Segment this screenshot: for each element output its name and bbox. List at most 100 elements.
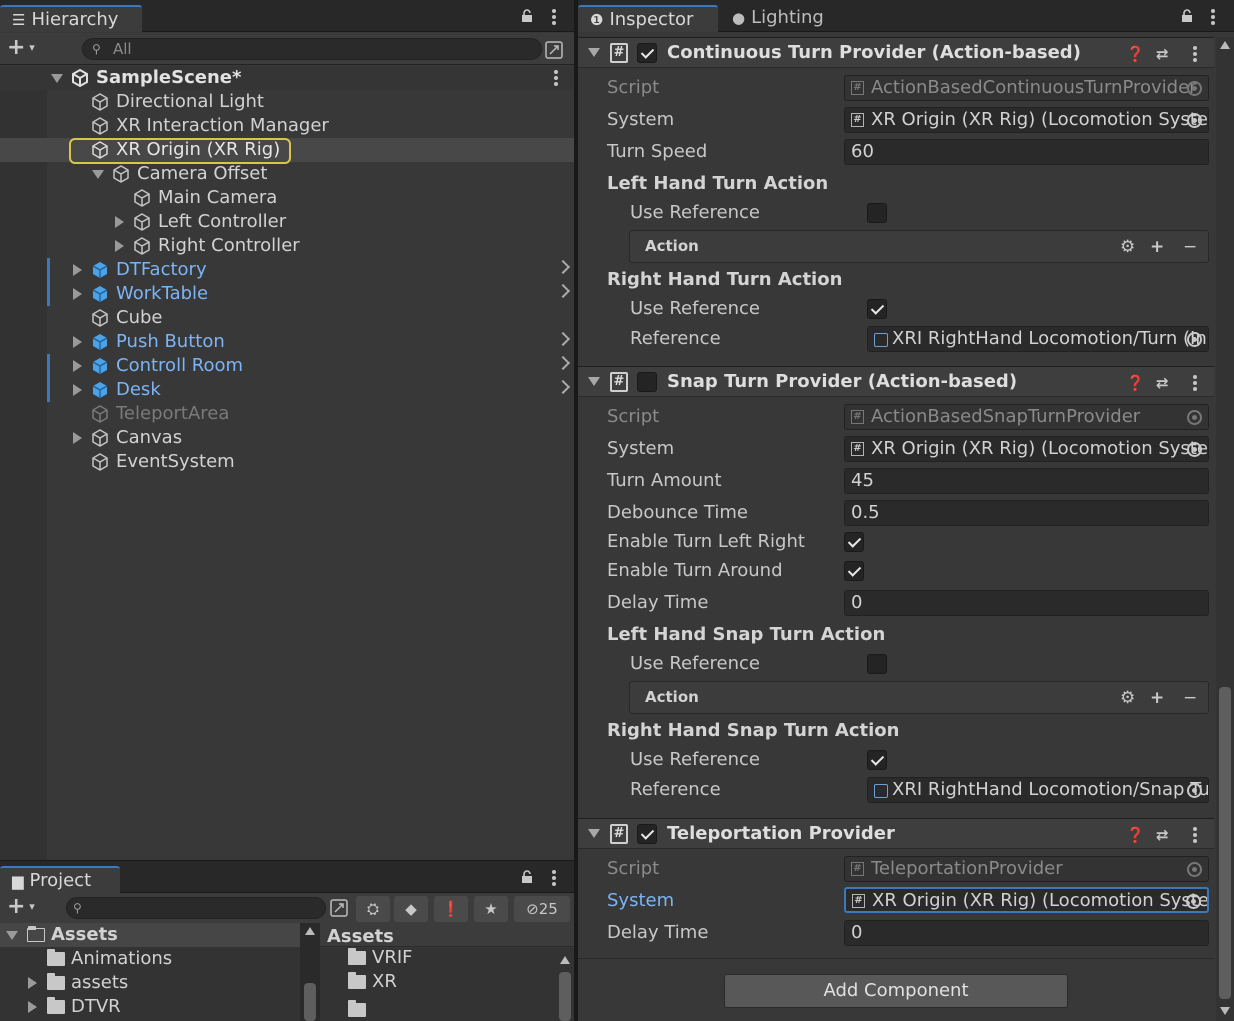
scroll-thumb[interactable] [1219,687,1231,999]
add-component-button[interactable]: Add Component [724,974,1068,1008]
expand-arrow-icon[interactable] [73,360,82,372]
filter-label-button[interactable]: ◆ [394,896,428,922]
enable-turn-around-checkbox[interactable] [844,561,864,581]
expand-arrow-icon[interactable] [115,240,124,252]
component-menu-icon[interactable] [1192,826,1198,844]
collapse-arrow-icon[interactable] [92,170,104,179]
presets-icon[interactable]: ⇄ [1156,374,1169,392]
component-header-continuous-turn[interactable]: # Continuous Turn Provider (Action-based… [578,37,1214,68]
delay-time-input[interactable]: 0 [844,590,1209,616]
expand-arrow-icon[interactable] [73,264,82,276]
hierarchy-item[interactable]: EventSystem [0,450,574,474]
object-picker-icon[interactable] [1187,113,1202,128]
chevron-right-icon[interactable] [555,355,571,371]
tab-inspector[interactable]: ❶ Inspector [578,5,718,32]
object-picker-icon[interactable] [1187,332,1202,347]
hierarchy-item[interactable]: Main Camera [0,186,574,210]
favorites-button[interactable]: ★ [474,896,508,922]
remove-binding-icon[interactable]: − [1183,237,1197,257]
object-picker-icon[interactable] [1187,442,1202,457]
gear-icon[interactable]: ⚙ [1120,688,1135,708]
hierarchy-item-prefab[interactable]: Desk [0,378,574,402]
hierarchy-item[interactable]: Cube [0,306,574,330]
hierarchy-item[interactable]: Canvas [0,426,574,450]
tree-item[interactable]: DTVR [0,995,300,1019]
expand-arrow-icon[interactable] [73,336,82,348]
tree-item-assets[interactable]: Assets [0,923,300,947]
component-header-teleportation[interactable]: # Teleportation Provider ❓ ⇄ [578,818,1214,849]
delay-time-input[interactable]: 0 [844,920,1209,946]
system-field[interactable]: # XR Origin (XR Rig) (Locomotion System) [844,107,1209,133]
scene-menu-icon[interactable] [553,69,559,87]
component-enabled-checkbox[interactable] [637,372,657,392]
hierarchy-item[interactable]: Left Controller [0,210,574,234]
asset-folder[interactable]: VRIF [320,946,550,970]
more-options-icon[interactable] [551,869,557,887]
hierarchy-item-inactive[interactable]: TeleportArea [0,402,574,426]
expand-arrow-icon[interactable] [28,977,37,989]
lock-icon[interactable] [520,870,534,884]
lock-icon[interactable] [520,9,534,23]
add-binding-icon[interactable]: + [1150,688,1164,708]
create-asset-button[interactable]: + ▾ [7,894,35,919]
hierarchy-search-input[interactable]: ⚲ All [82,38,542,60]
component-menu-icon[interactable] [1192,374,1198,392]
component-header-snap-turn[interactable]: # Snap Turn Provider (Action-based) ❓ ⇄ [578,366,1214,397]
help-icon[interactable]: ❓ [1126,45,1145,63]
scroll-thumb[interactable] [304,983,316,1021]
hierarchy-item[interactable]: Camera Offset [0,162,574,186]
chevron-right-icon[interactable] [555,331,571,347]
more-options-icon[interactable] [551,8,557,26]
presets-icon[interactable]: ⇄ [1156,45,1169,63]
tree-item[interactable]: Animations [0,947,300,971]
breadcrumb-label[interactable]: Assets [327,926,394,947]
scroll-thumb[interactable] [559,972,571,1021]
hidden-packages-button[interactable]: ⊘25 [514,896,570,922]
chevron-right-icon[interactable] [555,379,571,395]
scroll-up-icon[interactable] [560,956,570,964]
expand-arrow-icon[interactable] [73,432,82,444]
add-binding-icon[interactable]: + [1150,237,1164,257]
gear-icon[interactable]: ⚙ [1120,237,1135,257]
scroll-down-icon[interactable] [1220,1007,1230,1015]
help-icon[interactable]: ❓ [1126,374,1145,392]
add-object-button[interactable]: + ▾ [7,35,35,60]
filter-log-button[interactable]: ❗ [434,896,468,922]
system-field[interactable]: # XR Origin (XR Rig) (Locomotion System) [844,436,1209,462]
asset-folder-partial[interactable] [320,998,550,1018]
expand-arrow-icon[interactable] [115,216,124,228]
scroll-up-icon[interactable] [305,927,315,935]
asset-scrollbar[interactable] [556,948,574,1021]
lock-icon[interactable] [1180,9,1194,23]
scroll-up-icon[interactable] [1220,41,1230,49]
object-picker-icon[interactable] [1187,783,1202,798]
collapse-arrow-icon[interactable] [6,931,18,940]
project-search-input[interactable]: ⚲ [66,897,326,919]
remove-binding-icon[interactable]: − [1183,688,1197,708]
expand-arrow-icon[interactable] [28,1001,37,1013]
hierarchy-item[interactable]: XR Interaction Manager [0,114,574,138]
search-scope-icon[interactable] [330,899,348,917]
tab-lighting[interactable]: ● Lighting [720,5,850,32]
presets-icon[interactable]: ⇄ [1156,826,1169,844]
hierarchy-item[interactable]: Directional Light [0,90,574,114]
tree-scrollbar[interactable] [300,923,320,1021]
enable-turn-left-right-checkbox[interactable] [844,532,864,552]
component-enabled-checkbox[interactable] [637,43,657,63]
hierarchy-item-prefab[interactable]: Controll Room [0,354,574,378]
expand-arrow-icon[interactable] [73,288,82,300]
component-menu-icon[interactable] [1192,45,1198,63]
tab-hierarchy[interactable]: ☰ Hierarchy [0,5,142,32]
hierarchy-item-prefab[interactable]: Push Button [0,330,574,354]
foldout-arrow-icon[interactable] [588,48,600,57]
debounce-time-input[interactable]: 0.5 [844,500,1209,526]
more-options-icon[interactable] [1210,8,1216,26]
inspector-scrollbar[interactable] [1216,37,1234,1021]
tab-project[interactable]: ▆ Project [0,866,120,893]
help-icon[interactable]: ❓ [1126,826,1145,844]
foldout-arrow-icon[interactable] [588,377,600,386]
chevron-right-icon[interactable] [555,259,571,275]
turn-amount-input[interactable]: 45 [844,468,1209,494]
object-picker-icon[interactable] [1186,894,1201,909]
asset-folder[interactable]: XR [320,970,550,994]
